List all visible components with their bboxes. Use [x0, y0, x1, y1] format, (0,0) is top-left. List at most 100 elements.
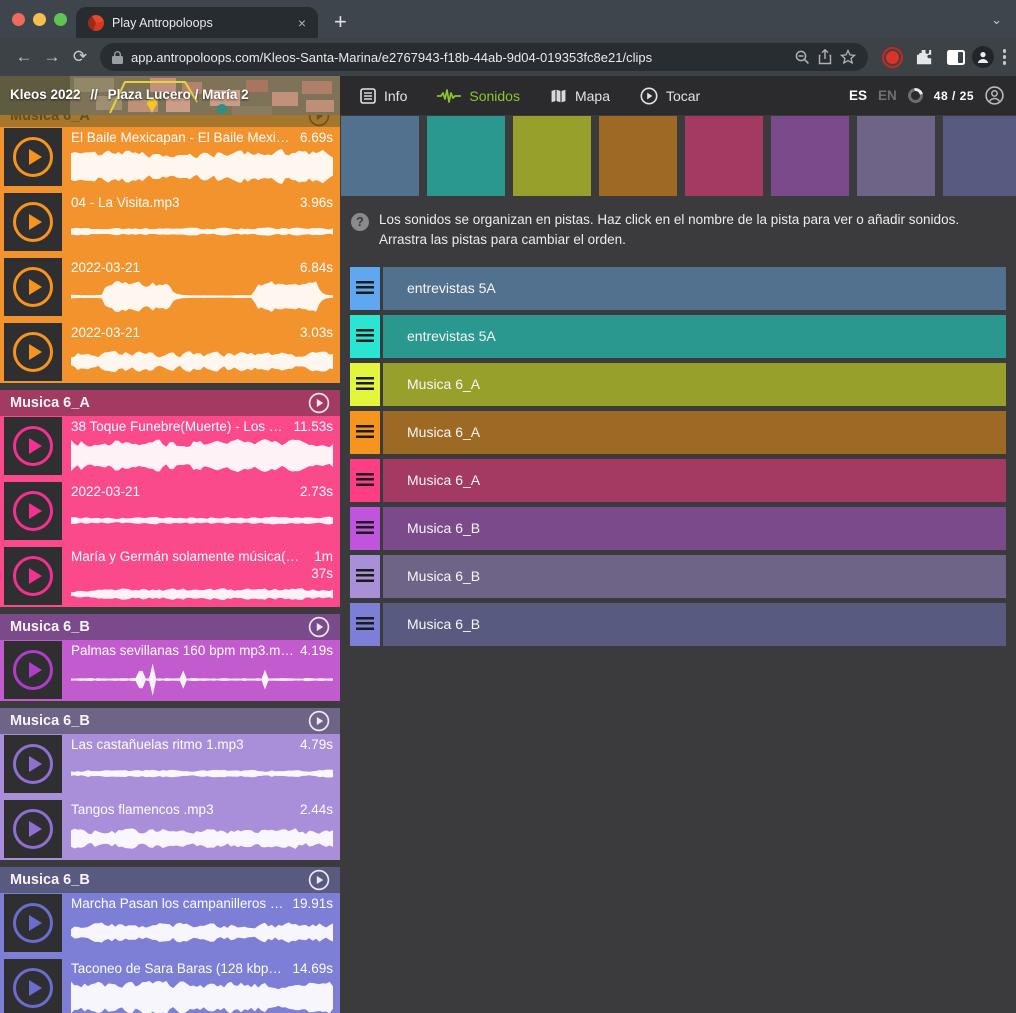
section-play-icon[interactable]: [308, 869, 330, 891]
nav-item-tocar[interactable]: Tocar: [640, 87, 700, 105]
palette-swatch-6[interactable]: [771, 116, 849, 196]
palette-swatch-8[interactable]: [943, 116, 1016, 196]
zoom-page-icon[interactable]: [795, 50, 810, 65]
waveform[interactable]: [71, 147, 333, 186]
waveform[interactable]: [71, 583, 333, 605]
clip-play-button[interactable]: [4, 258, 62, 316]
track-row[interactable]: Musica 6_B: [350, 555, 1006, 598]
browser-tab[interactable]: Play Antropoloops ×: [76, 7, 318, 38]
clip-row[interactable]: 38 Toque Funebre(Muerte) - Los Doce Par.…: [0, 416, 340, 477]
clip-play-button[interactable]: [4, 735, 62, 793]
menu-icon[interactable]: [1003, 49, 1007, 65]
clip-row[interactable]: Las castañuelas ritmo 1.mp3 4.79s: [0, 734, 340, 795]
clip-row[interactable]: Marcha Pasan los campanilleros Las Mejor…: [0, 893, 340, 954]
track-drag-handle[interactable]: [350, 411, 380, 454]
clip-row[interactable]: 2022-03-21 3.03s: [0, 322, 340, 383]
window-minimize-button[interactable]: [33, 13, 46, 26]
waveform[interactable]: [71, 819, 333, 858]
nav-item-sonidos[interactable]: Sonidos: [437, 88, 520, 104]
track-row[interactable]: Musica 6_B: [350, 603, 1006, 646]
clip-play-button[interactable]: [4, 193, 62, 251]
clip-play-button[interactable]: [4, 547, 62, 605]
account-icon[interactable]: [985, 86, 1004, 105]
waveform[interactable]: [71, 277, 333, 316]
palette-swatch-3[interactable]: [513, 116, 591, 196]
nav-item-mapa[interactable]: Mapa: [550, 88, 610, 104]
clip-play-button[interactable]: [4, 800, 62, 858]
window-close-button[interactable]: [12, 13, 25, 26]
breadcrumb-location[interactable]: Plaza Lucero / María 2: [108, 87, 249, 102]
track-name[interactable]: Musica 6_B: [383, 507, 1006, 550]
clip-row[interactable]: María y Germán solamente música(maría 2.…: [0, 546, 340, 607]
clip-play-button[interactable]: [4, 323, 62, 381]
waveform[interactable]: [71, 913, 333, 952]
section-header[interactable]: Musica 6_A: [0, 390, 340, 416]
profile-icon[interactable]: [972, 46, 994, 68]
tab-search-chevron-icon[interactable]: ⌄: [991, 12, 1002, 28]
track-drag-handle[interactable]: [350, 459, 380, 502]
clip-play-button[interactable]: [4, 959, 62, 1013]
lang-en-button[interactable]: EN: [878, 88, 897, 103]
section-header[interactable]: Musica 6_B: [0, 708, 340, 734]
breadcrumb-project[interactable]: Kleos 2022: [10, 87, 81, 102]
track-name[interactable]: entrevistas 5A: [383, 267, 1006, 310]
section-header[interactable]: Musica 6_B: [0, 614, 340, 640]
section-play-icon[interactable]: [308, 392, 330, 414]
palette-swatch-4[interactable]: [599, 116, 677, 196]
track-drag-handle[interactable]: [350, 315, 380, 358]
clip-play-button[interactable]: [4, 128, 62, 186]
waveform[interactable]: [71, 501, 333, 540]
track-row[interactable]: entrevistas 5A: [350, 267, 1006, 310]
reload-icon[interactable]: ⟳: [66, 47, 94, 67]
track-drag-handle[interactable]: [350, 555, 380, 598]
clip-play-button[interactable]: [4, 417, 62, 475]
clip-row[interactable]: Taconeo de Sara Baras (128 kbps).mp3 14.…: [0, 958, 340, 1013]
track-name[interactable]: Musica 6_B: [383, 555, 1006, 598]
waveform[interactable]: [71, 436, 333, 475]
waveform[interactable]: [71, 978, 333, 1013]
clip-row[interactable]: Palmas sevillanas 160 bpm mp3.mp3 4.19s: [0, 640, 340, 701]
recording-extension-icon[interactable]: [886, 51, 899, 64]
track-drag-handle[interactable]: [350, 603, 380, 646]
track-row[interactable]: Musica 6_B: [350, 507, 1006, 550]
side-panel-icon[interactable]: [947, 50, 965, 65]
waveform[interactable]: [71, 212, 333, 251]
section-play-icon[interactable]: [308, 616, 330, 638]
track-row[interactable]: Musica 6_A: [350, 411, 1006, 454]
clip-play-button[interactable]: [4, 894, 62, 952]
section-header[interactable]: Musica 6_B: [0, 867, 340, 893]
clip-row[interactable]: Tangos flamencos .mp3 2.44s: [0, 799, 340, 860]
clip-row[interactable]: 2022-03-21 6.84s: [0, 257, 340, 318]
extensions-icon[interactable]: [916, 49, 933, 66]
palette-swatch-1[interactable]: [341, 116, 419, 196]
track-row[interactable]: Musica 6_A: [350, 363, 1006, 406]
waveform[interactable]: [71, 754, 333, 793]
section-play-icon[interactable]: [308, 115, 330, 127]
track-name[interactable]: entrevistas 5A: [383, 315, 1006, 358]
track-name[interactable]: Musica 6_B: [383, 603, 1006, 646]
track-row[interactable]: Musica 6_A: [350, 459, 1006, 502]
palette-swatch-2[interactable]: [427, 116, 505, 196]
tab-close-icon[interactable]: ×: [298, 16, 306, 30]
lang-es-button[interactable]: ES: [849, 88, 867, 103]
waveform[interactable]: [71, 660, 333, 699]
track-drag-handle[interactable]: [350, 363, 380, 406]
palette-swatch-5[interactable]: [685, 116, 763, 196]
track-drag-handle[interactable]: [350, 267, 380, 310]
track-drag-handle[interactable]: [350, 507, 380, 550]
clip-row[interactable]: 04 - La Visita.mp3 3.96s: [0, 192, 340, 253]
back-icon[interactable]: ←: [10, 47, 38, 67]
clip-play-button[interactable]: [4, 641, 62, 699]
clips-panel[interactable]: Musica 6_A El Baile Mexicapan - El Baile…: [0, 115, 340, 1013]
section-play-icon[interactable]: [308, 710, 330, 732]
track-row[interactable]: entrevistas 5A: [350, 315, 1006, 358]
nav-item-info[interactable]: Info: [360, 88, 407, 104]
window-zoom-button[interactable]: [54, 13, 67, 26]
url-bar[interactable]: app.antropoloops.com/Kleos-Santa-Marina/…: [100, 43, 868, 71]
clip-play-button[interactable]: [4, 482, 62, 540]
new-tab-button[interactable]: +: [334, 11, 347, 33]
track-name[interactable]: Musica 6_A: [383, 363, 1006, 406]
section-header[interactable]: Musica 6_A: [0, 115, 340, 127]
track-name[interactable]: Musica 6_A: [383, 411, 1006, 454]
clip-row[interactable]: El Baile Mexicapan - El Baile Mexicapan.…: [0, 127, 340, 188]
